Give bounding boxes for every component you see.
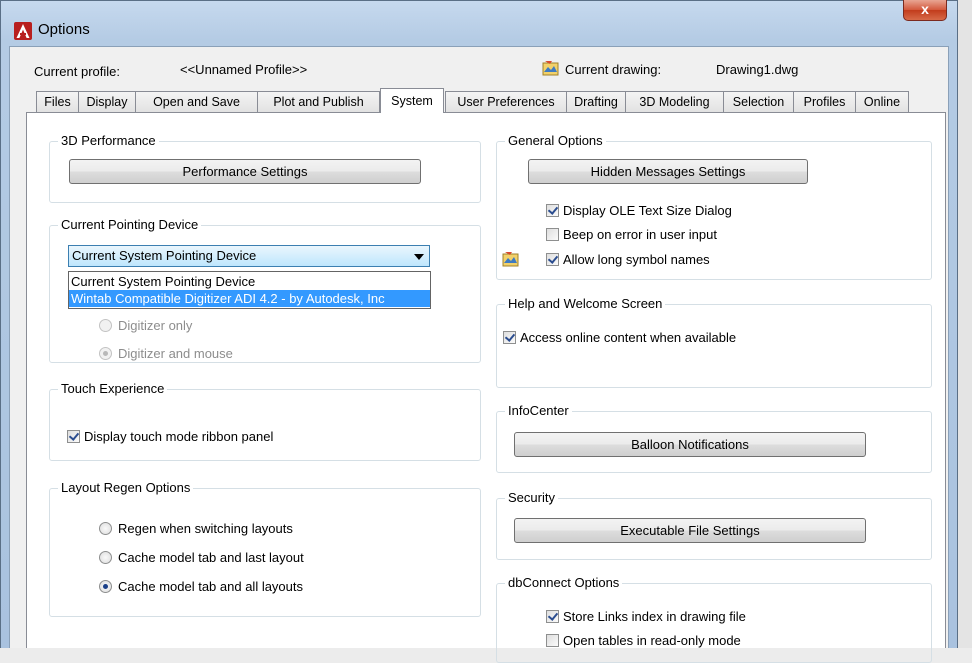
- option-wintab-digitizer[interactable]: Wintab Compatible Digitizer ADI 4.2 - by…: [69, 290, 430, 307]
- tab-files[interactable]: Files: [36, 91, 79, 112]
- pointing-device-options: Current System Pointing Device Wintab Co…: [68, 271, 431, 309]
- radio-label: Cache model tab and all layouts: [118, 579, 304, 594]
- radio-regen-switching[interactable]: Regen when switching layouts: [99, 521, 293, 536]
- tab-3d-modeling[interactable]: 3D Modeling: [625, 91, 724, 112]
- executable-file-settings-button[interactable]: Executable File Settings: [514, 518, 866, 543]
- checkbox-indicator: [546, 610, 559, 623]
- radio-label: Regen when switching layouts: [118, 521, 293, 536]
- checkbox-long-symbol-names[interactable]: Allow long symbol names: [546, 252, 710, 267]
- checkbox-store-links-index[interactable]: Store Links index in drawing file: [546, 609, 746, 624]
- group-general-options: General Options Hidden Messages Settings…: [496, 133, 932, 280]
- select-value: Current System Pointing Device: [72, 248, 257, 263]
- hidden-messages-settings-button[interactable]: Hidden Messages Settings: [528, 159, 808, 184]
- group-title: dbConnect Options: [505, 575, 623, 591]
- checkbox-beep-on-error[interactable]: Beep on error in user input: [546, 227, 717, 242]
- group-title: General Options: [505, 133, 606, 149]
- checkbox-label: Beep on error in user input: [563, 227, 717, 242]
- current-drawing-label: Current drawing:: [565, 62, 662, 77]
- drawing-file-icon: [542, 61, 559, 76]
- current-profile-value: <<Unnamed Profile>>: [180, 62, 308, 77]
- checkbox-indicator: [503, 331, 516, 344]
- title-bar[interactable]: Options x: [0, 0, 958, 46]
- tab-plot-and-publish[interactable]: Plot and Publish: [257, 91, 380, 112]
- checkbox-label: Store Links index in drawing file: [563, 609, 746, 624]
- radio-label: Cache model tab and last layout: [118, 550, 304, 565]
- system-tab-page: 3D Performance Performance Settings Curr…: [26, 112, 946, 663]
- checkbox-indicator: [546, 253, 559, 266]
- checkbox-label: Open tables in read-only mode: [563, 633, 741, 648]
- group-3d-performance: 3D Performance Performance Settings: [49, 133, 481, 203]
- radio-indicator: [99, 580, 112, 593]
- radio-digitizer-only[interactable]: Digitizer only: [99, 318, 192, 333]
- current-profile-label: Current profile:: [34, 64, 120, 79]
- radio-cache-all-layouts[interactable]: Cache model tab and all layouts: [99, 579, 303, 594]
- group-title: Current Pointing Device: [58, 217, 202, 233]
- window-title: Options: [38, 21, 90, 38]
- pointing-device-select[interactable]: Current System Pointing Device: [68, 245, 430, 267]
- tab-user-preferences[interactable]: User Preferences: [445, 91, 567, 112]
- checkbox-indicator: [67, 430, 80, 443]
- radio-cache-last-layout[interactable]: Cache model tab and last layout: [99, 550, 304, 565]
- checkbox-label: Access online content when available: [520, 330, 737, 345]
- option-current-system[interactable]: Current System Pointing Device: [69, 273, 430, 290]
- checkbox-indicator: [546, 228, 559, 241]
- radio-indicator: [99, 347, 112, 360]
- balloon-notifications-button[interactable]: Balloon Notifications: [514, 432, 866, 457]
- checkbox-indicator: [546, 634, 559, 647]
- radio-digitizer-and-mouse[interactable]: Digitizer and mouse: [99, 346, 233, 361]
- checkbox-touch-ribbon[interactable]: Display touch mode ribbon panel: [67, 429, 273, 444]
- group-title: Help and Welcome Screen: [505, 296, 666, 312]
- group-title: Touch Experience: [58, 381, 168, 397]
- drawing-saved-setting-icon: [502, 252, 519, 267]
- chevron-down-icon: [414, 254, 424, 260]
- group-title: Security: [505, 490, 558, 506]
- checkbox-open-tables-readonly[interactable]: Open tables in read-only mode: [546, 633, 741, 648]
- checkbox-ole-text-size[interactable]: Display OLE Text Size Dialog: [546, 203, 732, 218]
- checkbox-label: Allow long symbol names: [563, 252, 710, 267]
- group-dbconnect: dbConnect Options Store Links index in d…: [496, 575, 932, 663]
- group-title: InfoCenter: [505, 403, 572, 419]
- checkbox-indicator: [546, 204, 559, 217]
- close-button[interactable]: x: [903, 0, 947, 21]
- group-infocenter: InfoCenter Balloon Notifications: [496, 403, 932, 473]
- close-icon: x: [921, 1, 929, 17]
- tab-selection[interactable]: Selection: [723, 91, 794, 112]
- radio-indicator: [99, 522, 112, 535]
- radio-label: Digitizer only: [118, 318, 193, 333]
- tab-open-and-save[interactable]: Open and Save: [135, 91, 258, 112]
- radio-indicator: [99, 551, 112, 564]
- radio-label: Digitizer and mouse: [118, 346, 233, 361]
- tab-profiles[interactable]: Profiles: [793, 91, 856, 112]
- desktop-background: [958, 0, 972, 648]
- performance-settings-button[interactable]: Performance Settings: [69, 159, 421, 184]
- autocad-logo-icon: [14, 22, 32, 40]
- group-title: 3D Performance: [58, 133, 159, 149]
- checkbox-label: Display touch mode ribbon panel: [84, 429, 274, 444]
- group-help-welcome: Help and Welcome Screen Access online co…: [496, 296, 932, 388]
- radio-indicator: [99, 319, 112, 332]
- checkbox-label: Display OLE Text Size Dialog: [563, 203, 732, 218]
- group-touch-experience: Touch Experience Display touch mode ribb…: [49, 381, 481, 461]
- current-drawing-value: Drawing1.dwg: [716, 62, 799, 77]
- group-security: Security Executable File Settings: [496, 490, 932, 560]
- tab-drafting[interactable]: Drafting: [566, 91, 626, 112]
- checkbox-online-content[interactable]: Access online content when available: [503, 330, 736, 345]
- group-layout-regen: Layout Regen Options Regen when switchin…: [49, 480, 481, 617]
- tab-online[interactable]: Online: [855, 91, 909, 112]
- tab-display[interactable]: Display: [78, 91, 136, 112]
- tab-system[interactable]: System: [380, 88, 444, 113]
- group-title: Layout Regen Options: [58, 480, 194, 496]
